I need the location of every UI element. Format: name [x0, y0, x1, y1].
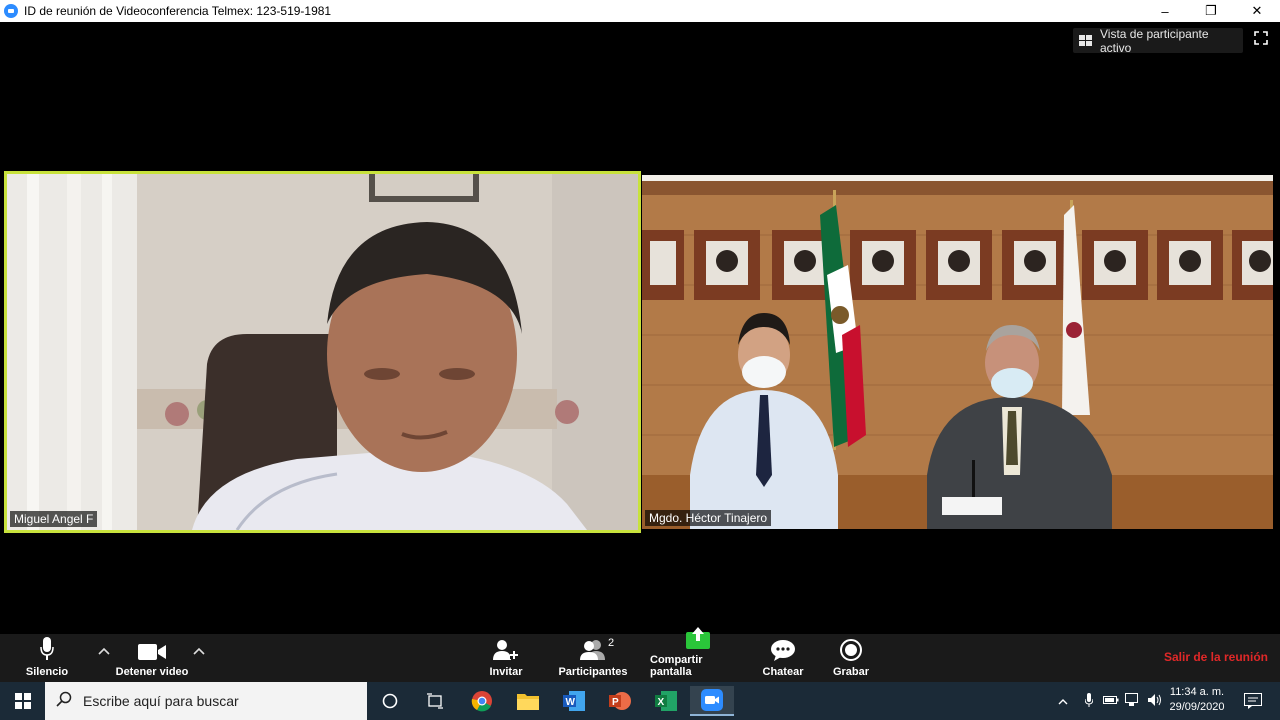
excel-icon[interactable]: X	[651, 686, 681, 716]
share-screen-button[interactable]: Compartir pantalla	[650, 627, 746, 682]
meeting-stage: Vista de participante activo Miguel Ange…	[0, 22, 1280, 634]
invite-button[interactable]: Invitar	[482, 634, 530, 682]
grid-icon	[1079, 35, 1092, 46]
start-button[interactable]	[0, 682, 45, 720]
participant-video-feed	[7, 174, 638, 530]
chat-button[interactable]: Chatear	[760, 634, 806, 682]
svg-text:W: W	[566, 697, 576, 708]
leave-meeting-button[interactable]: Salir de la reunión	[1164, 650, 1268, 664]
fullscreen-icon[interactable]	[1250, 31, 1272, 51]
zoom-taskbar-icon[interactable]	[690, 686, 734, 716]
mute-label: Silencio	[25, 666, 69, 678]
window-controls: – ❐ ✕	[1142, 0, 1280, 22]
window-title: ID de reunión de Videoconferencia Telmex…	[24, 4, 332, 18]
windows-taskbar: Escribe aquí para buscar W P X 11:34 a. …	[0, 682, 1280, 720]
mute-button[interactable]: Silencio	[22, 634, 72, 682]
task-view-icon[interactable]	[420, 686, 450, 716]
participants-label: Participantes	[558, 666, 628, 678]
network-icon[interactable]	[1122, 692, 1144, 710]
participant-video-feed	[642, 175, 1273, 529]
microphone-icon	[40, 637, 54, 660]
minimize-button[interactable]: –	[1142, 0, 1188, 22]
chrome-icon[interactable]	[467, 686, 497, 716]
video-options-chevron-up-icon[interactable]	[192, 646, 206, 660]
taskbar-search-box[interactable]: Escribe aquí para buscar	[45, 682, 367, 720]
clock-date: 29/09/2020	[1169, 701, 1225, 713]
close-button[interactable]: ✕	[1234, 0, 1280, 22]
search-placeholder: Escribe aquí para buscar	[83, 693, 239, 709]
chat-label: Chatear	[762, 666, 804, 678]
record-button[interactable]: Grabar	[830, 634, 872, 682]
audio-options-chevron-up-icon[interactable]	[97, 646, 111, 660]
share-screen-icon	[686, 627, 710, 649]
file-explorer-icon[interactable]	[513, 686, 543, 716]
participants-icon	[580, 640, 605, 660]
svg-text:P: P	[612, 697, 619, 708]
participant-video-tile[interactable]: Miguel Angel F	[4, 171, 641, 533]
participants-count-badge: 2	[608, 637, 615, 649]
view-mode-button[interactable]: Vista de participante activo	[1073, 26, 1243, 55]
clock-time: 11:34 a. m.	[1169, 686, 1225, 698]
stop-video-label: Detener video	[115, 666, 189, 678]
volume-icon[interactable]	[1144, 693, 1166, 710]
system-tray	[1056, 682, 1166, 720]
cortana-icon[interactable]	[375, 686, 405, 716]
participant-name-tag: Mgdo. Héctor Tinajero	[645, 510, 772, 526]
taskbar-clock[interactable]: 11:34 a. m. 29/09/2020	[1164, 685, 1230, 715]
show-hidden-icons-chevron-up-icon[interactable]	[1056, 694, 1070, 708]
share-screen-label: Compartir pantalla	[650, 654, 703, 678]
stop-video-button[interactable]: Detener video	[114, 634, 190, 682]
portrait-frames	[642, 230, 1273, 300]
word-icon[interactable]: W	[559, 686, 589, 716]
invite-label: Invitar	[489, 666, 523, 678]
zoom-app-icon	[4, 4, 18, 18]
video-camera-icon	[138, 644, 166, 660]
restore-button[interactable]: ❐	[1188, 0, 1234, 22]
notifications-icon[interactable]	[1238, 686, 1268, 716]
title-bar: ID de reunión de Videoconferencia Telmex…	[0, 0, 1280, 22]
record-label: Grabar	[832, 666, 870, 678]
microphone-tray-icon[interactable]	[1078, 692, 1100, 710]
windows-logo-icon	[14, 693, 31, 709]
powerpoint-icon[interactable]: P	[605, 686, 635, 716]
search-icon	[45, 691, 83, 711]
add-user-icon	[493, 640, 518, 660]
participant-name-tag: Miguel Angel F	[10, 511, 98, 527]
participants-button[interactable]: Participantes 2	[558, 634, 628, 682]
record-icon	[840, 639, 862, 661]
battery-icon[interactable]	[1100, 694, 1122, 708]
participant-video-tile[interactable]: Mgdo. Héctor Tinajero	[642, 175, 1273, 529]
meeting-toolbar: Silencio Detener video Invitar Participa…	[0, 627, 1280, 682]
view-mode-label: Vista de participante activo	[1099, 26, 1209, 55]
chat-bubble-icon	[771, 640, 795, 661]
svg-text:X: X	[658, 697, 665, 708]
